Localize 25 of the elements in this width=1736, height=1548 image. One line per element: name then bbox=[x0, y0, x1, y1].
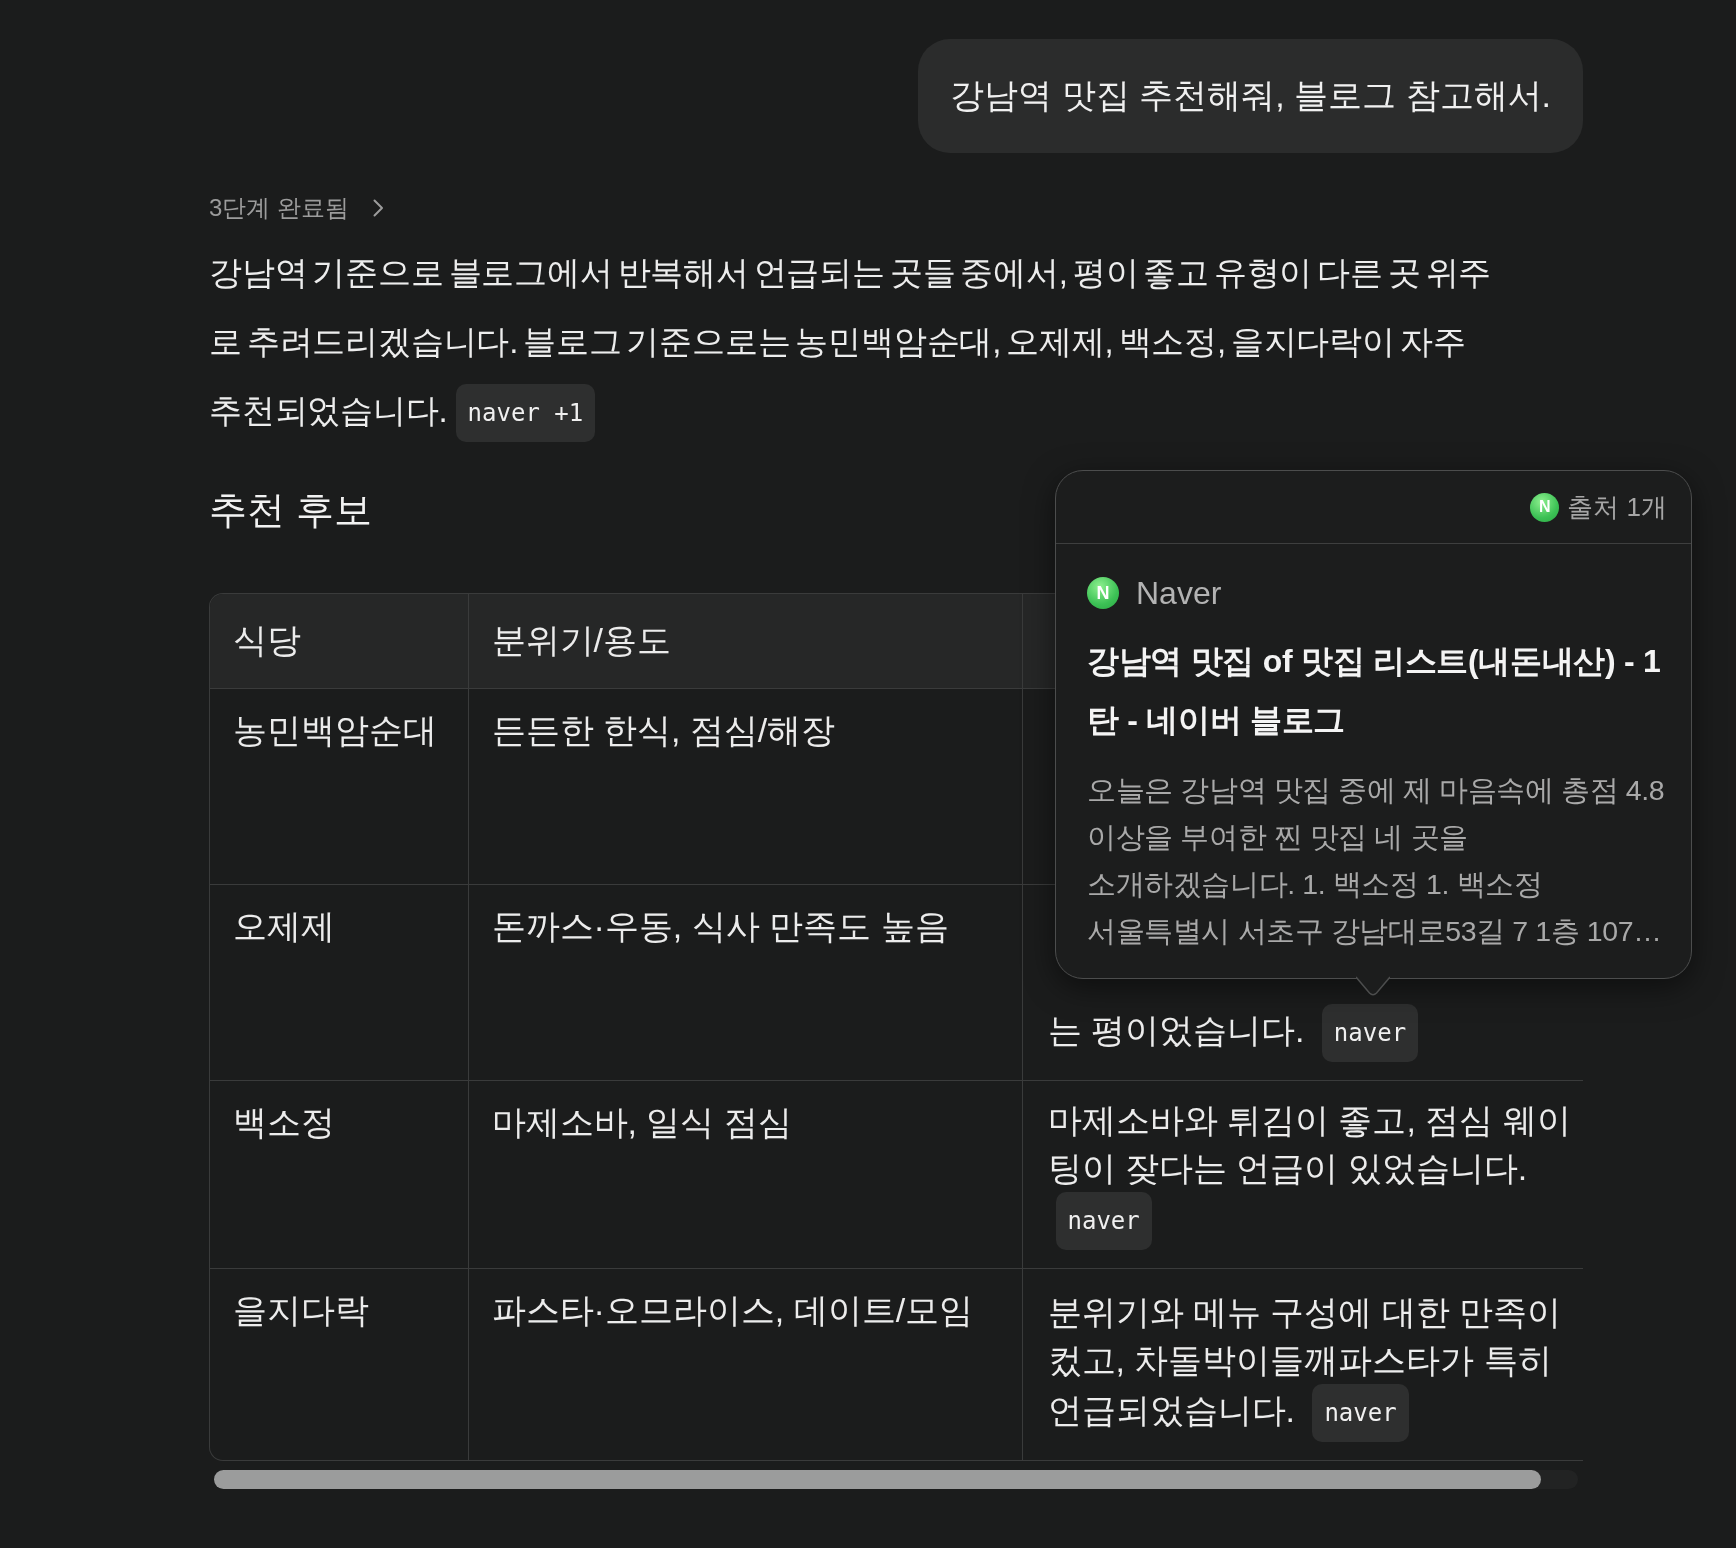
source-name: Naver bbox=[1136, 574, 1222, 612]
source-title[interactable]: 강남역 맛집 of 맛집 리스트(내돈내산) - 1탄 - 네이버 블로그 bbox=[1087, 632, 1671, 750]
section-heading: 추천 후보 bbox=[209, 488, 372, 533]
user-message-bubble: 강남역 맛집 추천해줘, 블로그 참고해서. bbox=[918, 39, 1583, 153]
table-cell: 마제소바와 튀김이 좋고, 점심 웨이팅이 잦다는 언급이 있었습니다. naver bbox=[1022, 1080, 1583, 1269]
citation-chip[interactable]: naver bbox=[1321, 1004, 1419, 1062]
citation-chip[interactable]: naver +1 bbox=[455, 384, 596, 443]
citation-chip[interactable]: naver bbox=[1312, 1383, 1409, 1442]
citation-chip[interactable]: naver bbox=[1055, 1192, 1152, 1250]
answer-text: 강남역 기준으로 블로그에서 반복해서 언급되는 곳들 중에서, 평이 좋고 유형이 다른 곳 위주로 추려드리겠습니다. 블로그 기준으로는 농민백암순대, 오제제, 백소정, 을지다락이 자주 추천되었습니다. naver +1 bbox=[209, 238, 1497, 445]
column-header: 분위기/용도 bbox=[468, 594, 1022, 689]
column-header: 식당 bbox=[210, 594, 468, 689]
table-cell: 마제소바, 일식 점심 bbox=[468, 1080, 1022, 1269]
table-cell: 돈까스·우동, 식사 만족도 높음 bbox=[468, 884, 1022, 1081]
steps-toggle[interactable]: 3단계 완료됨 bbox=[209, 193, 384, 223]
table-cell: 을지다락 bbox=[210, 1268, 468, 1460]
table-cell: 농민백암순대 bbox=[210, 688, 468, 885]
table-cell: 파스타·오므라이스, 데이트/모임 bbox=[468, 1268, 1022, 1460]
table-cell: 분위기와 메뉴 구성에 대한 만족이 컸고, 차돌박이들깨파스타가 특히 언급되었습니다. naver bbox=[1022, 1268, 1583, 1460]
table-cell: 백소정 bbox=[210, 1080, 468, 1269]
table-cell: 오제제 bbox=[210, 884, 468, 1081]
logo-icon: N bbox=[1087, 577, 1119, 609]
source-count: 출처 1개 bbox=[1567, 490, 1667, 524]
table-cell: 든든한 한식, 점심/해장 bbox=[468, 688, 1022, 885]
logo-icon: N bbox=[1530, 492, 1560, 522]
